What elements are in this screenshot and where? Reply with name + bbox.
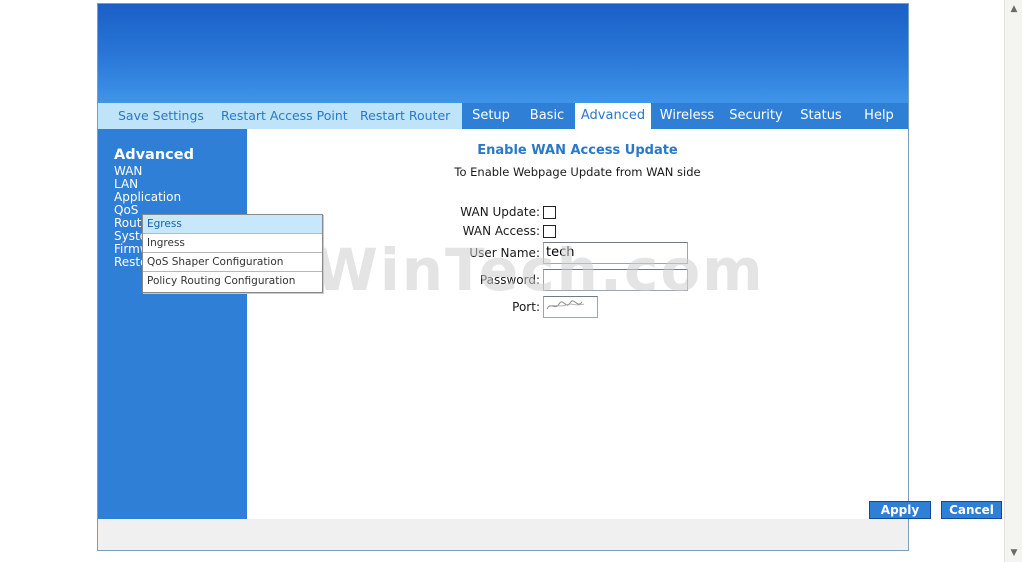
submenu-item-egress[interactable]: Egress [143, 215, 322, 234]
port-input[interactable] [543, 296, 598, 318]
port-label: Port: [512, 300, 540, 314]
tab-security[interactable]: Security [725, 103, 787, 129]
tab-help[interactable]: Help [854, 103, 904, 129]
sidebar-item-lan[interactable]: LAN [114, 177, 138, 191]
tab-wireless[interactable]: Wireless [652, 103, 722, 129]
utility-links: Save Settings Restart Access Point Resta… [98, 103, 462, 129]
browser-viewport: Save Settings Restart Access Point Resta… [0, 0, 1022, 562]
wan-access-label: WAN Access: [462, 224, 540, 238]
top-nav-bar: Save Settings Restart Access Point Resta… [98, 103, 908, 129]
username-input[interactable]: tech [543, 242, 688, 264]
main-content: Enable WAN Access Update To Enable Webpa… [247, 129, 1002, 519]
page-subtitle: To Enable Webpage Update from WAN side [454, 165, 701, 179]
password-label: Password: [479, 273, 540, 287]
scroll-down-icon[interactable]: ▼ [1007, 546, 1021, 560]
tab-setup[interactable]: Setup [464, 103, 518, 129]
submenu-item-ingress[interactable]: Ingress [143, 234, 322, 253]
wan-update-checkbox[interactable] [543, 206, 556, 219]
submenu-item-qos-shaper[interactable]: QoS Shaper Configuration [143, 253, 322, 272]
scribble-icon [546, 300, 585, 310]
restart-router-link[interactable]: Restart Router [360, 108, 450, 123]
sidebar-item-qos[interactable]: QoS [114, 203, 138, 217]
restart-access-point-link[interactable]: Restart Access Point [221, 108, 348, 123]
tab-advanced[interactable]: Advanced [575, 103, 651, 129]
save-settings-link[interactable]: Save Settings [118, 108, 204, 123]
scroll-up-icon[interactable]: ▲ [1007, 2, 1021, 16]
qos-flyout-menu: Egress Ingress QoS Shaper Configuration … [142, 214, 323, 293]
wan-update-label: WAN Update: [460, 205, 540, 219]
sidebar-item-routing[interactable]: Rout [114, 216, 141, 230]
sidebar-item-wan[interactable]: WAN [114, 164, 142, 178]
submenu-item-policy-routing[interactable]: Policy Routing Configuration [143, 272, 322, 291]
tab-status[interactable]: Status [792, 103, 850, 129]
tab-basic[interactable]: Basic [520, 103, 574, 129]
cancel-button[interactable]: Cancel [941, 501, 1002, 519]
sidebar-item-application[interactable]: Application [114, 190, 181, 204]
sidebar-title: Advanced [114, 147, 194, 163]
sidebar: Advanced WAN LAN Application QoS Rout Sy… [98, 129, 247, 519]
wan-access-checkbox[interactable] [543, 225, 556, 238]
apply-button[interactable]: Apply [869, 501, 931, 519]
username-label: User Name: [469, 246, 540, 260]
header-banner [98, 4, 908, 103]
vertical-scrollbar[interactable]: ▲ ▼ [1004, 0, 1022, 562]
page-title: Enable WAN Access Update [477, 143, 678, 158]
password-input[interactable] [543, 269, 688, 291]
